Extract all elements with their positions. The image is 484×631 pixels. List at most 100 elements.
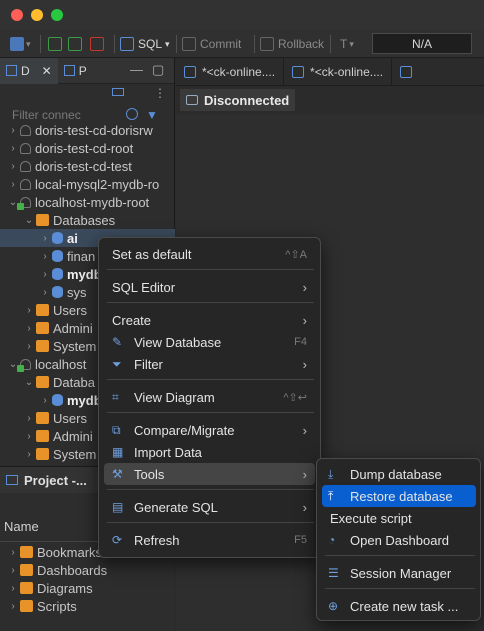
chevron-right-icon: › xyxy=(302,356,307,372)
disconnect-button[interactable] xyxy=(90,36,104,52)
new-connection-button[interactable]: ▾ xyxy=(10,36,31,52)
tab-label: D xyxy=(21,63,30,78)
menu-item-import-data[interactable]: ▦ Import Data xyxy=(104,441,315,463)
pencil-icon: ✎ xyxy=(112,335,123,349)
sql-editor-button[interactable]: SQL ▾ xyxy=(120,36,170,52)
chevron-right-icon[interactable]: › xyxy=(40,269,50,280)
tree-item[interactable]: › local-mysql2-mydb-ro xyxy=(0,175,175,193)
tree-item[interactable]: › doris-test-cd-test xyxy=(0,157,175,175)
project-item[interactable]: › Scripts xyxy=(0,597,175,615)
tree-item-label: System xyxy=(53,446,97,462)
editor-tab[interactable]: *<ck-online.... xyxy=(284,58,393,86)
chevron-right-icon[interactable]: › xyxy=(24,323,34,334)
tree-item-label: doris-test-cd-root xyxy=(35,140,134,156)
submenu-item-session-manager[interactable]: ☰ Session Manager xyxy=(322,562,476,584)
database-icon xyxy=(52,250,63,262)
menu-item-label: Create xyxy=(112,312,152,328)
active-datasource-field[interactable]: N/A xyxy=(372,33,472,54)
menu-item-sql-editor[interactable]: SQL Editor › xyxy=(104,276,315,298)
menu-item-refresh[interactable]: ⟳ Refresh F5 xyxy=(104,529,315,551)
filter-icon[interactable]: ▼ xyxy=(146,108,158,122)
menu-item-filter[interactable]: ⏷ Filter › xyxy=(104,353,315,375)
menu-separator xyxy=(107,522,314,523)
tree-item[interactable]: › doris-test-cd-root xyxy=(0,139,175,157)
folder-icon xyxy=(20,600,33,612)
menu-item-compare-migrate[interactable]: ⧉ Compare/Migrate › xyxy=(104,419,315,441)
close-icon[interactable]: ✕ xyxy=(42,64,52,78)
chevron-right-icon[interactable]: › xyxy=(8,547,18,558)
chevron-right-icon[interactable]: › xyxy=(8,125,18,136)
submenu-item-create-new-task[interactable]: ⊕ Create new task ... xyxy=(322,595,476,617)
chevron-right-icon[interactable]: › xyxy=(8,583,18,594)
connection-status[interactable]: Disconnected xyxy=(180,89,296,111)
folder-icon xyxy=(20,582,33,594)
menu-item-tools[interactable]: ⚒ Tools › xyxy=(104,463,315,485)
commit-label: Commit xyxy=(200,37,242,51)
submenu-item-open-dashboard[interactable]: ◔ Open Dashboard xyxy=(322,529,476,551)
chevron-right-icon[interactable]: › xyxy=(40,251,50,262)
chevron-right-icon[interactable]: › xyxy=(24,341,34,352)
filter-connections-input[interactable]: Filter connec xyxy=(12,108,81,122)
connection-icon xyxy=(20,178,31,190)
chevron-right-icon[interactable]: › xyxy=(8,179,18,190)
tree-item[interactable]: ⌄ Databases xyxy=(0,211,175,229)
submenu-item-execute-script[interactable]: Execute script xyxy=(322,507,476,529)
chevron-down-icon[interactable]: ⌄ xyxy=(24,377,34,388)
column-header-name[interactable]: Name xyxy=(4,519,39,534)
chevron-right-icon[interactable]: › xyxy=(40,395,50,406)
menu-icon[interactable]: ⋮ xyxy=(154,86,166,100)
tree-item[interactable]: › doris-test-cd-dorisrw xyxy=(0,121,175,139)
tree-item-label: mydb xyxy=(67,392,102,408)
invalidate-button[interactable] xyxy=(68,36,82,52)
commit-button[interactable]: Commit xyxy=(182,36,241,52)
tree-item-label: Users xyxy=(53,302,87,318)
chevron-right-icon[interactable]: › xyxy=(8,143,18,154)
rollback-button[interactable]: Rollback xyxy=(260,36,324,52)
menu-item-create[interactable]: Create › xyxy=(104,309,315,331)
menu-separator xyxy=(107,412,314,413)
chevron-right-icon[interactable]: › xyxy=(8,601,18,612)
collapse-all-icon[interactable] xyxy=(112,88,124,96)
project-item[interactable]: › Diagrams xyxy=(0,579,175,597)
tree-item[interactable]: ⌄ localhost-mydb-root xyxy=(0,193,175,211)
tab-projects[interactable]: P xyxy=(58,58,93,84)
sql-file-icon xyxy=(400,66,413,78)
menu-item-set-as-default[interactable]: Set as default ^⇧A xyxy=(104,243,315,265)
commit-icon xyxy=(182,37,196,51)
menu-item-view-diagram[interactable]: ⌗ View Diagram ^⇧↩ xyxy=(104,386,315,408)
menu-item-label: Set as default xyxy=(112,246,192,262)
menu-item-view-database[interactable]: ✎ View Database F4 xyxy=(104,331,315,353)
connect-button[interactable] xyxy=(48,36,62,52)
chevron-right-icon: › xyxy=(302,466,307,482)
project-icon xyxy=(63,65,75,76)
tab-label: P xyxy=(78,63,87,78)
zoom-window-button[interactable] xyxy=(51,9,63,21)
chevron-right-icon[interactable]: › xyxy=(40,287,50,298)
menu-item-generate-sql[interactable]: ▤ Generate SQL › xyxy=(104,496,315,518)
tree-item-label: local-mysql2-mydb-ro xyxy=(35,176,160,192)
project-item[interactable]: › Dashboards xyxy=(0,561,175,579)
editor-tab[interactable] xyxy=(392,58,426,86)
editor-tab[interactable]: *<ck-online.... xyxy=(176,58,285,86)
chevron-right-icon[interactable]: › xyxy=(24,305,34,316)
tab-database-navigator[interactable]: D ✕ xyxy=(0,57,58,84)
filter-settings-icon[interactable] xyxy=(126,108,138,120)
submenu-item-restore-database[interactable]: ⤒ Restore database xyxy=(322,485,476,507)
chevron-right-icon[interactable]: › xyxy=(8,161,18,172)
chevron-right-icon[interactable]: › xyxy=(24,413,34,424)
minimize-window-button[interactable] xyxy=(31,9,43,21)
tree-item-label: ai xyxy=(67,230,78,246)
transaction-mode-button[interactable]: T ▾ xyxy=(340,36,354,52)
plug-icon xyxy=(186,95,198,105)
close-window-button[interactable] xyxy=(11,9,23,21)
minimize-icon[interactable]: — xyxy=(130,62,143,77)
chevron-right-icon[interactable]: › xyxy=(24,431,34,442)
maximize-icon[interactable]: ▢ xyxy=(152,62,164,78)
chevron-right-icon[interactable]: › xyxy=(8,565,18,576)
chevron-right-icon[interactable]: › xyxy=(40,233,50,244)
menu-item-label: View Diagram xyxy=(134,389,215,405)
chevron-right-icon[interactable]: › xyxy=(24,449,34,460)
submenu-item-dump-database[interactable]: ⤓ Dump database xyxy=(322,463,476,485)
chevron-down-icon[interactable]: ⌄ xyxy=(24,215,34,226)
project-panel-title[interactable]: Project -... xyxy=(24,473,87,488)
